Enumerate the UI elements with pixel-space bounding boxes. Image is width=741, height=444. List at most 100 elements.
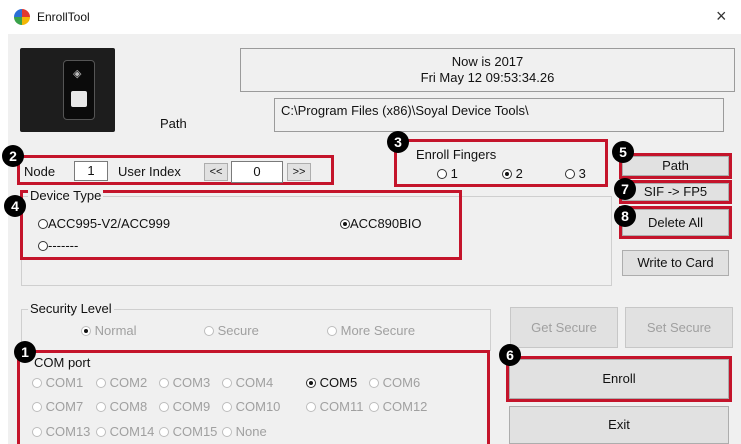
radio-icon [38,219,48,229]
com-option-com2[interactable]: COM2 [96,375,147,390]
finger-option-1[interactable]: 1 [437,166,458,181]
set-secure-button[interactable]: Set Secure [625,307,733,348]
com-option-com12[interactable]: COM12 [369,399,427,414]
radio-icon [369,402,379,412]
sif-fp5-button[interactable]: SIF -> FP5 [622,183,729,201]
write-to-card-button[interactable]: Write to Card [622,250,729,276]
com-option-label: None [235,424,267,439]
user-index-input[interactable]: 0 [231,161,283,183]
com-option-com3[interactable]: COM3 [159,375,210,390]
com-option-label: COM12 [382,399,428,414]
radio-icon [204,326,214,336]
badge-2: 2 [2,145,24,167]
exit-button[interactable]: Exit [509,406,729,444]
next-user-button[interactable]: >> [287,163,311,181]
radio-icon [222,402,232,412]
device-option-acc890bio[interactable]: ACC890BIO [340,216,422,231]
com-option-label: COM1 [45,375,84,390]
com-option-label: COM14 [109,424,155,439]
node-input[interactable]: 1 [74,161,108,181]
radio-icon [159,402,169,412]
com-option-label: COM10 [235,399,281,414]
enroll-fingers-label: Enroll Fingers [416,147,497,162]
sensor-icon [71,91,87,107]
user-index-label: User Index [118,164,181,179]
com-option-label: COM3 [172,375,211,390]
badge-1: 1 [14,341,36,363]
fingerprint-reader-image: ◈ [20,48,115,132]
datetime-display: Now is 2017 Fri May 12 09:53:34.26 [240,48,735,92]
radio-icon [306,402,316,412]
finger-option-2[interactable]: 2 [502,166,523,181]
badge-7: 7 [614,178,636,200]
com-option-label: COM9 [172,399,211,414]
close-icon[interactable]: × [716,6,727,26]
com-option-com7[interactable]: COM7 [32,399,83,414]
com-option-com9[interactable]: COM9 [159,399,210,414]
com-option-com14[interactable]: COM14 [96,424,154,439]
com-option-com5[interactable]: COM5 [306,375,357,390]
delete-all-button[interactable]: Delete All [622,209,729,236]
com-option-label: COM13 [45,424,91,439]
radio-icon [565,169,575,179]
get-secure-button[interactable]: Get Secure [510,307,618,348]
com-port-label: COM port [34,355,91,370]
rfid-icon: ◈ [73,68,82,80]
radio-icon [96,402,106,412]
radio-icon [32,402,42,412]
path-button[interactable]: Path [622,156,729,176]
security-option-more-secure[interactable]: More Secure [327,323,415,338]
com-option-com4[interactable]: COM4 [222,375,273,390]
path-label: Path [160,116,187,131]
security-level-label: Security Level [28,301,114,316]
datetime-text: Fri May 12 09:53:34.26 [420,70,555,85]
com-option-none[interactable]: None [222,424,267,439]
com-option-com1[interactable]: COM1 [32,375,83,390]
com-option-label: COM4 [235,375,274,390]
reader-window: ◈ [63,60,95,120]
badge-6: 6 [499,344,521,366]
com-option-com11[interactable]: COM11 [306,399,363,414]
radio-icon [32,427,42,437]
radio-icon [437,169,447,179]
badge-4: 4 [4,195,26,217]
com-option-label: COM8 [109,399,148,414]
radio-icon [327,326,337,336]
com-option-com6[interactable]: COM6 [369,375,420,390]
radio-selected-icon [340,219,350,229]
security-option-secure[interactable]: Secure [204,323,259,338]
badge-3: 3 [387,131,409,153]
radio-selected-icon [81,326,91,336]
com-option-com13[interactable]: COM13 [32,424,90,439]
com-option-com10[interactable]: COM10 [222,399,280,414]
prev-user-button[interactable]: << [204,163,228,181]
com-option-com15[interactable]: COM15 [159,424,217,439]
node-label: Node [24,164,56,179]
radio-icon [222,427,232,437]
radio-icon [159,427,169,437]
com-option-label: COM5 [319,375,358,390]
radio-icon [222,378,232,388]
com-option-label: COM6 [382,375,421,390]
radio-icon [96,427,106,437]
com-option-label: COM15 [172,424,218,439]
device-type-label: Device Type [28,188,104,203]
radio-icon [159,378,169,388]
badge-5: 5 [612,141,634,163]
window-title: EnrollTool [37,10,90,24]
enroll-button[interactable]: Enroll [509,359,729,399]
device-option-acc995[interactable]: ACC995-V2/ACC999 [38,216,170,231]
radio-icon [38,241,48,251]
app-icon [14,9,30,25]
device-option-none[interactable]: ------- [38,238,78,253]
com-option-label: COM11 [319,399,364,414]
badge-8: 8 [614,205,636,227]
radio-selected-icon [502,169,512,179]
security-option-normal[interactable]: Normal [81,323,137,338]
radio-icon [96,378,106,388]
finger-option-3[interactable]: 3 [565,166,586,181]
radio-selected-icon [306,378,316,388]
radio-icon [32,378,42,388]
com-option-com8[interactable]: COM8 [96,399,147,414]
path-field[interactable]: C:\Program Files (x86)\Soyal Device Tool… [274,98,724,132]
